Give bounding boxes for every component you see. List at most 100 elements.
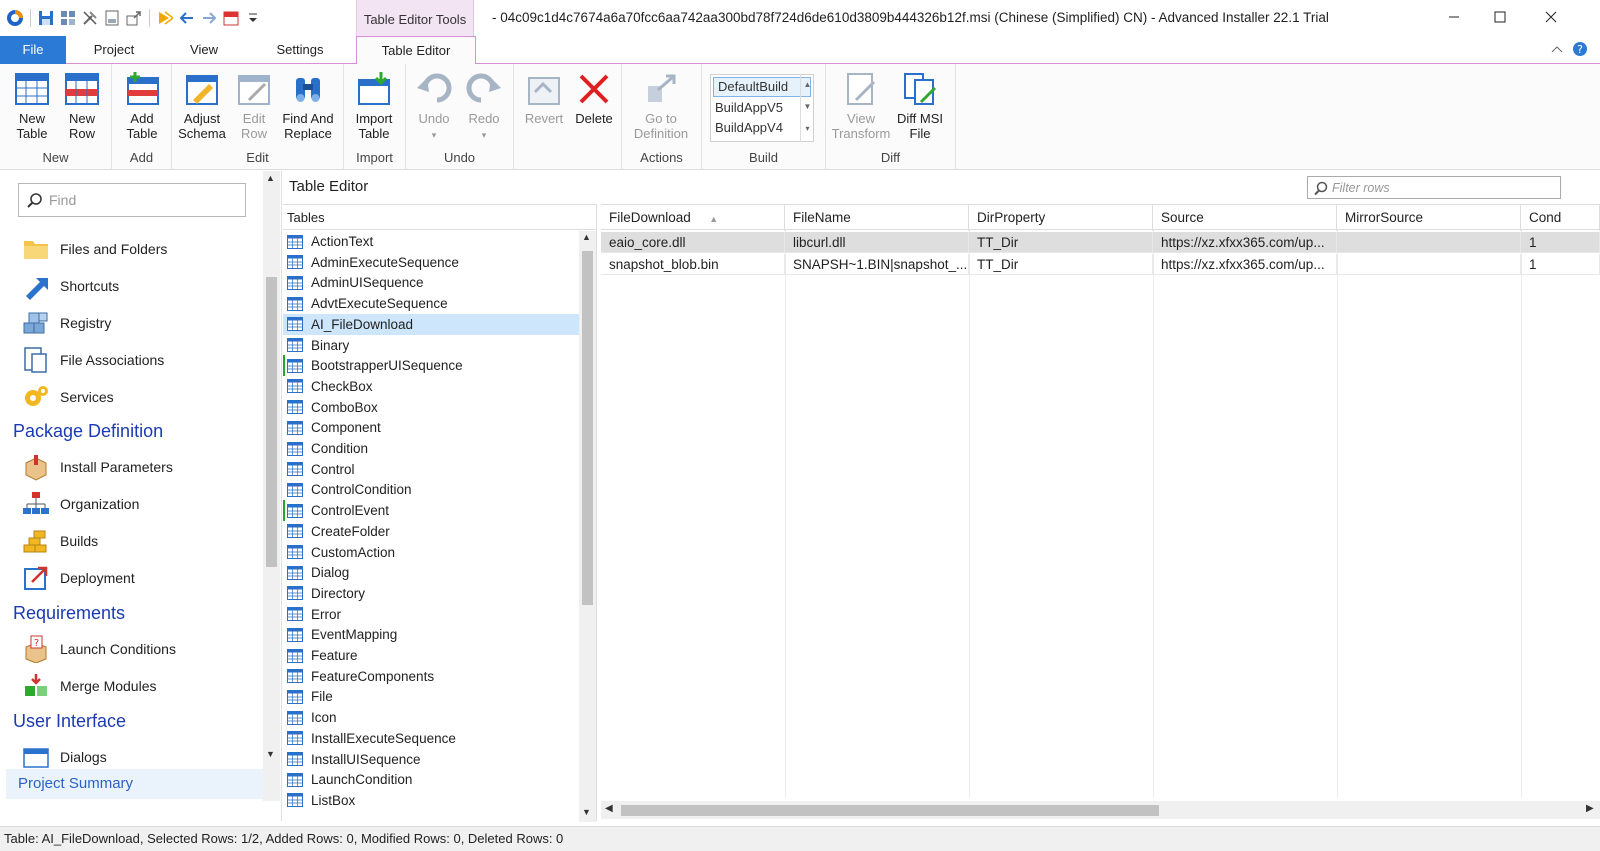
grid-scrollbar-thumb[interactable] — [621, 805, 1159, 816]
table-list-item[interactable]: AI_FileDownload — [283, 313, 579, 335]
column-header[interactable]: MirrorSource — [1337, 205, 1521, 231]
minimize-button[interactable] — [1431, 0, 1477, 34]
build-list[interactable]: DefaultBuild BuildAppV5 BuildAppV4 — [710, 74, 814, 142]
table-list-item[interactable]: Dialog — [283, 562, 579, 583]
forward-arrow-icon[interactable] — [200, 9, 218, 27]
chevron-down-icon[interactable]: ▼ — [582, 807, 591, 817]
table-cell[interactable]: TT_Dir — [969, 254, 1153, 275]
build-item-defaultbuild[interactable]: DefaultBuild — [713, 77, 811, 97]
nav-item-launch-conditions[interactable]: ? Launch Conditions — [22, 634, 176, 664]
tab-file[interactable]: File — [0, 36, 66, 64]
table-row[interactable]: eaio_core.dll libcurl.dll TT_Dir https://xz… — [601, 232, 1600, 253]
maximize-button[interactable] — [1477, 0, 1523, 34]
delete-button[interactable]: Delete — [568, 70, 620, 126]
nav-item-file-associations[interactable]: File Associations — [22, 345, 164, 375]
column-header[interactable]: Source — [1153, 205, 1337, 231]
table-list-item[interactable]: Icon — [283, 707, 579, 728]
table-cell[interactable]: libcurl.dll — [785, 232, 969, 253]
tables-scrollbar[interactable]: ▲ ▼ — [579, 231, 596, 822]
build-item-buildappv5[interactable]: BuildAppV5 — [711, 99, 813, 119]
table-list-item[interactable]: ActionText — [283, 231, 579, 252]
table-cell[interactable]: 1 — [1521, 254, 1600, 275]
table-list-item[interactable]: LaunchCondition — [283, 769, 579, 790]
table-list-item[interactable]: Condition — [283, 438, 579, 459]
nav-item-deployment[interactable]: Deployment — [22, 563, 135, 593]
help-button[interactable]: ? — [1572, 41, 1588, 60]
table-list-item[interactable]: Control — [283, 459, 579, 480]
table-list-item[interactable]: Directory — [283, 583, 579, 604]
tab-project[interactable]: Project — [80, 36, 148, 64]
column-header[interactable]: DirProperty — [969, 205, 1153, 231]
build-list-scroller[interactable]: ▲ ▼ ▾ — [800, 74, 814, 142]
table-list-item[interactable]: Feature — [283, 645, 579, 666]
edit-row-button[interactable]: Edit Row — [228, 70, 280, 141]
build-grid-icon[interactable] — [59, 9, 77, 27]
save-icon[interactable] — [37, 9, 55, 27]
table-list-item[interactable]: AdminUISequence — [283, 272, 579, 293]
table-cell[interactable]: 1 — [1521, 232, 1600, 253]
nav-item-install-parameters[interactable]: Install Parameters — [22, 452, 173, 482]
table-list-item[interactable]: InstallUISequence — [283, 749, 579, 770]
table-cell[interactable]: snapshot_blob.bin — [601, 254, 785, 275]
table-list-item[interactable]: CustomAction — [283, 542, 579, 563]
nav-item-registry[interactable]: Registry — [22, 308, 111, 338]
nav-item-merge-modules[interactable]: Merge Modules — [22, 671, 157, 701]
nav-item-organization[interactable]: Organization — [22, 489, 139, 519]
table-cell[interactable]: SNAPSH~1.BIN|snapshot_... — [785, 254, 969, 275]
build-item-buildappv4[interactable]: BuildAppV4 — [711, 119, 813, 139]
tab-view[interactable]: View — [176, 36, 232, 64]
table-list-item[interactable]: CheckBox — [283, 376, 579, 397]
nav-item-files-and-folders[interactable]: Files and Folders — [22, 234, 167, 264]
table-list-item[interactable]: FeatureComponents — [283, 666, 579, 687]
new-row-button[interactable]: New Row — [56, 70, 108, 141]
tab-table-editor[interactable]: Table Editor — [356, 36, 476, 65]
view-transform-button[interactable]: View Transform — [830, 70, 892, 141]
table-list-item[interactable]: ListBox — [283, 790, 579, 811]
table-cell[interactable] — [1337, 254, 1521, 275]
chevron-down-icon[interactable]: ▼ — [266, 749, 275, 759]
adjust-schema-button[interactable]: Adjust Schema — [176, 70, 228, 141]
table-list-item[interactable]: AdminExecuteSequence — [283, 252, 579, 273]
add-table-button[interactable]: Add Table — [116, 70, 168, 141]
table-cell[interactable]: https://xz.xfxx365.com/up... — [1153, 254, 1337, 275]
tables-scrollbar-thumb[interactable] — [582, 251, 593, 605]
chevron-left-icon[interactable]: ◀ — [605, 803, 613, 814]
table-list-item[interactable]: ControlCondition — [283, 479, 579, 500]
filter-rows-input[interactable]: Filter rows — [1307, 176, 1561, 199]
collapse-ribbon-button[interactable] — [1550, 42, 1564, 59]
table-list-item[interactable]: ComboBox — [283, 397, 579, 418]
chevron-right-icon[interactable]: ▶ — [1586, 803, 1594, 814]
table-list-item[interactable]: CreateFolder — [283, 521, 579, 542]
table-cell[interactable]: https://xz.xfxx365.com/up... — [1153, 232, 1337, 253]
calendar-icon[interactable] — [222, 9, 240, 27]
tab-settings[interactable]: Settings — [262, 36, 338, 64]
nav-item-shortcuts[interactable]: Shortcuts — [22, 271, 119, 301]
customize-dropdown-icon[interactable] — [244, 9, 262, 27]
revert-button[interactable]: Revert — [518, 70, 570, 126]
table-list-item[interactable]: Binary — [283, 335, 579, 356]
table-list-item[interactable]: AdvtExecuteSequence — [283, 293, 579, 314]
chevron-up-icon[interactable]: ▲ — [582, 232, 591, 242]
nav-item-dialogs[interactable]: Dialogs — [22, 742, 107, 772]
document-icon[interactable] — [103, 9, 121, 27]
close-button[interactable] — [1528, 0, 1574, 34]
new-table-button[interactable]: New Table — [6, 70, 58, 141]
redo-button[interactable]: Redo ▾ — [458, 70, 510, 143]
project-summary-link[interactable]: Project Summary — [6, 769, 272, 799]
column-header[interactable]: FileDownload ▲ — [601, 205, 785, 231]
table-list-item[interactable]: EventMapping — [283, 624, 579, 645]
nav-item-builds[interactable]: Builds — [22, 526, 98, 556]
back-arrow-icon[interactable] — [178, 9, 196, 27]
table-list-item[interactable]: InstallExecuteSequence — [283, 728, 579, 749]
diff-msi-button[interactable]: Diff MSI File — [892, 70, 948, 141]
go-to-definition-button[interactable]: Go to Definition — [628, 70, 694, 141]
grid-horizontal-scrollbar[interactable]: ◀ ▶ — [601, 801, 1600, 819]
table-list-item[interactable]: Error — [283, 604, 579, 625]
table-cell[interactable]: eaio_core.dll — [601, 232, 785, 253]
table-list-item[interactable]: ControlEvent — [283, 500, 579, 521]
table-list-item[interactable]: File — [283, 686, 579, 707]
table-cell[interactable]: TT_Dir — [969, 232, 1153, 253]
table-list-item[interactable]: Component — [283, 417, 579, 438]
import-table-button[interactable]: Import Table — [348, 70, 400, 141]
find-replace-button[interactable]: Find And Replace — [276, 70, 340, 141]
